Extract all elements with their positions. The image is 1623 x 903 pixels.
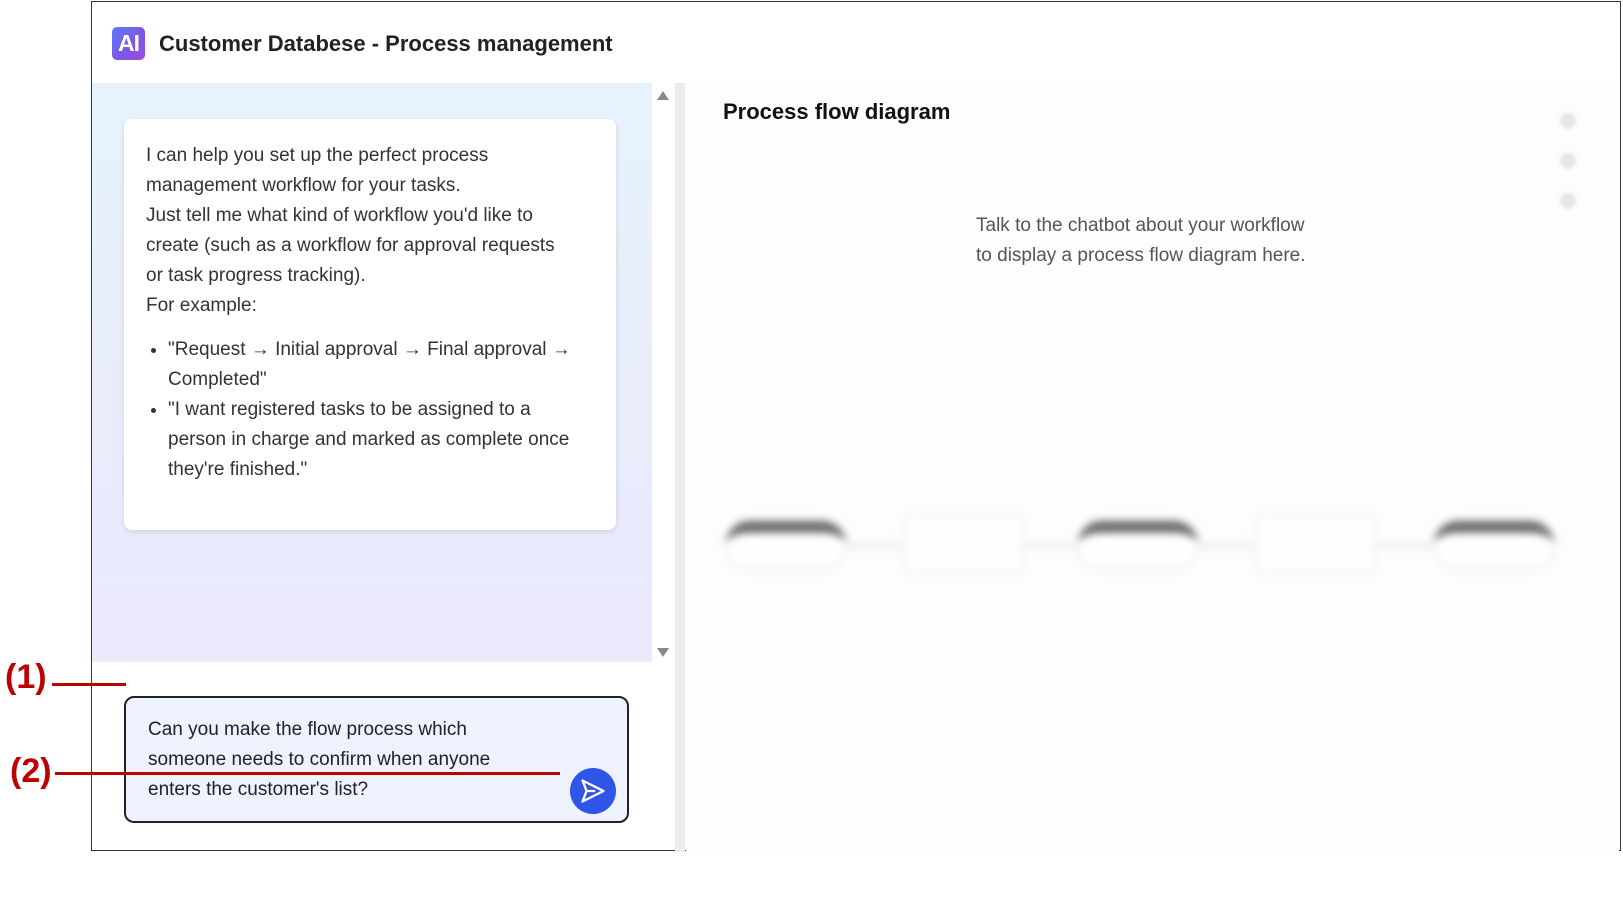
flow-node: [1256, 517, 1374, 571]
example-item: "I want registered tasks to be assigned …: [168, 395, 594, 485]
bot-message-line: I can help you set up the perfect proces…: [146, 145, 489, 166]
flow-node: [1078, 521, 1198, 569]
zoom-in-icon: [1560, 113, 1576, 129]
chat-input-box[interactable]: Can you make the flow process which some…: [124, 696, 629, 823]
screenshot-stage: AI Customer Databese - Process managemen…: [0, 0, 1623, 903]
flow-node: [1434, 521, 1554, 569]
chat-input-field[interactable]: Can you make the flow process which some…: [148, 715, 548, 805]
hint-line: to display a process flow diagram here.: [976, 245, 1306, 266]
scroll-down-icon[interactable]: [657, 648, 669, 657]
app-window: AI Customer Databese - Process managemen…: [91, 1, 1621, 852]
bot-message-line: or task progress tracking).: [146, 265, 366, 286]
callout-label-1: (1): [5, 658, 47, 696]
callout-line-1: [52, 683, 126, 686]
scroll-up-icon[interactable]: [657, 91, 669, 100]
bot-message-line: For example:: [146, 295, 257, 316]
flow-node: [726, 521, 846, 569]
chat-history-panel: I can help you set up the perfect proces…: [92, 83, 652, 662]
diagram-panel: Process flow diagram Talk to the chatbot…: [686, 83, 1619, 852]
panel-divider[interactable]: [675, 83, 685, 852]
hint-line: Talk to the chatbot about your workflow: [976, 215, 1305, 236]
fit-view-icon: [1560, 193, 1576, 209]
ai-logo-icon: AI: [112, 27, 145, 60]
bot-message-line: management workflow for your tasks.: [146, 175, 461, 196]
zoom-out-icon: [1560, 153, 1576, 169]
example-list: "Request → Initial approval → Final appr…: [146, 335, 594, 485]
flow-node: [904, 517, 1022, 571]
bot-message-bubble: I can help you set up the perfect proces…: [124, 119, 616, 530]
diagram-toolbar: [1554, 113, 1582, 233]
callout-label-2: (2): [10, 752, 52, 790]
blurred-flow-placeholder: [726, 515, 1566, 575]
page-title: Customer Databese - Process management: [159, 31, 613, 56]
title-bar: AI Customer Databese - Process managemen…: [92, 2, 1620, 82]
bot-message-line: create (such as a workflow for approval …: [146, 235, 555, 256]
send-arrow-icon: [581, 779, 605, 803]
example-item: "Request → Initial approval → Final appr…: [168, 335, 594, 395]
callout-line-2: [55, 772, 560, 775]
bot-message-line: Just tell me what kind of workflow you'd…: [146, 205, 533, 226]
send-button[interactable]: [570, 768, 616, 814]
diagram-title: Process flow diagram: [723, 99, 951, 124]
chat-scrollbar[interactable]: [652, 83, 674, 662]
diagram-empty-hint: Talk to the chatbot about your workflow …: [976, 211, 1306, 271]
